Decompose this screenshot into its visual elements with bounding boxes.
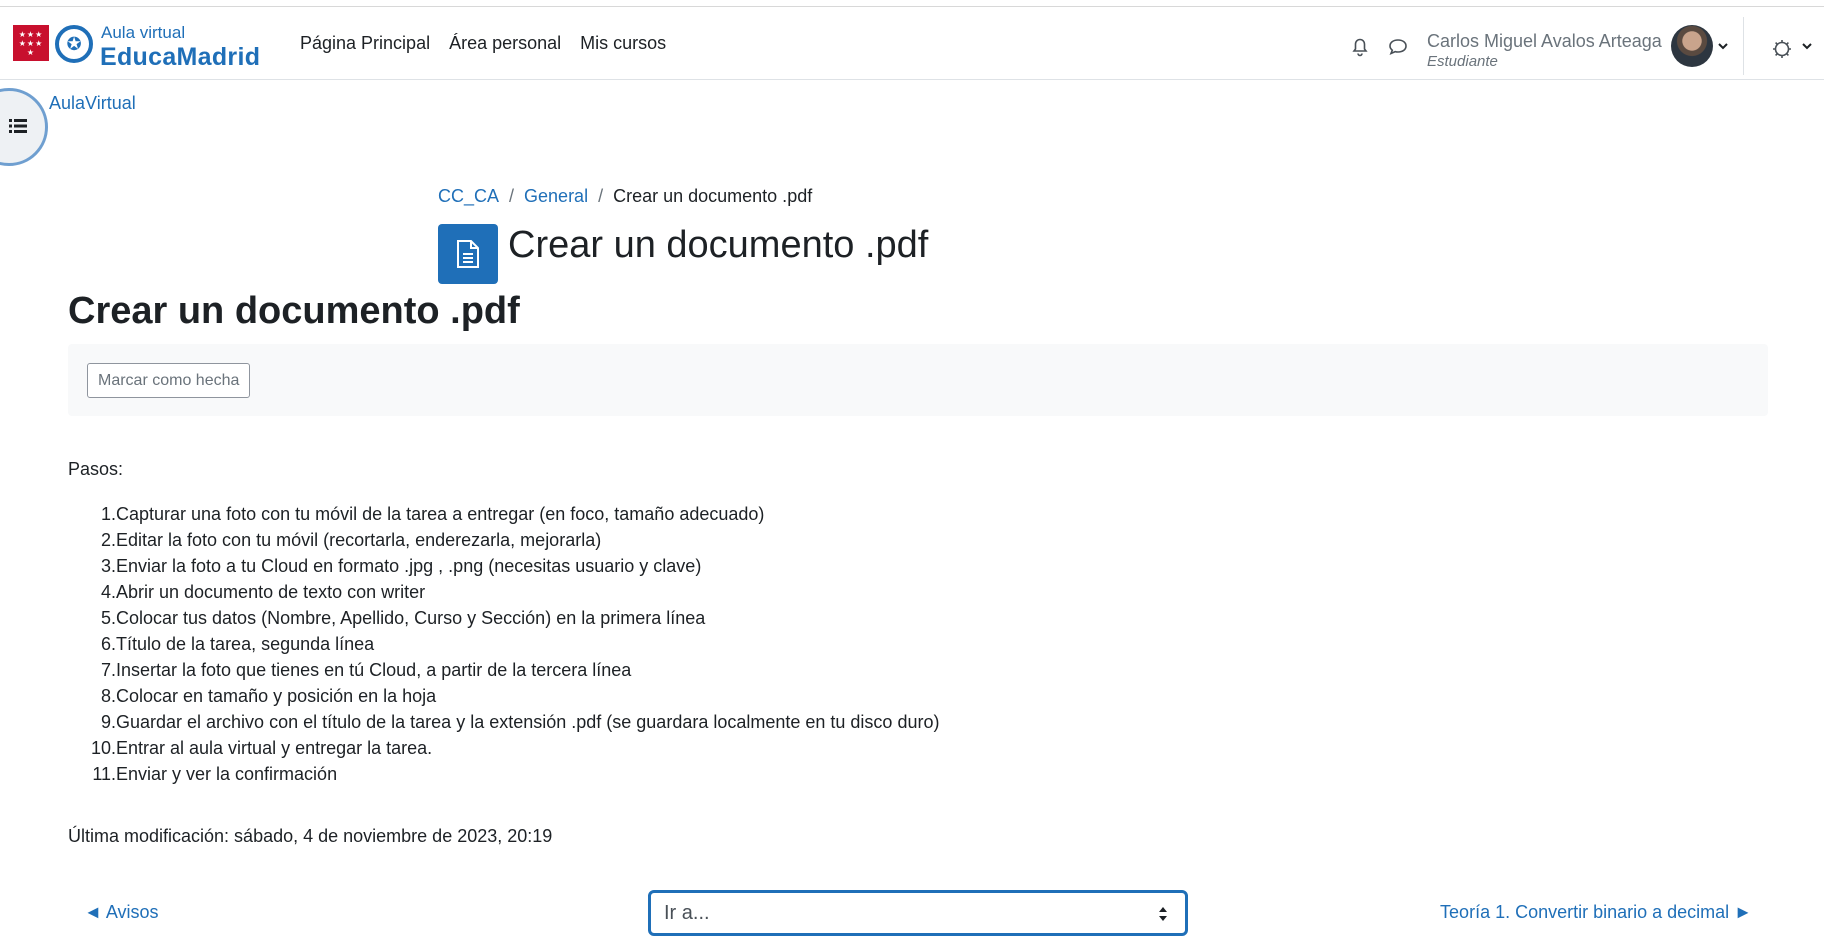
breadcrumb-course[interactable]: CC_CA xyxy=(438,186,499,207)
user-role: Estudiante xyxy=(1427,53,1498,70)
activity-completion-bar: Marcar como hecha xyxy=(68,344,1768,416)
step-text: Enviar y ver la confirmación xyxy=(116,764,338,784)
select-arrows-icon xyxy=(1159,907,1167,921)
breadcrumb-separator: / xyxy=(509,186,515,206)
step-text: Entrar al aula virtual y entregar la tar… xyxy=(116,738,433,758)
step-number: 9. xyxy=(100,712,116,732)
step-text: Enviar la foto a tu Cloud en formato .jp… xyxy=(116,556,702,576)
list-item: 4. Abrir un documento de texto con writer xyxy=(68,580,939,606)
top-navbar: ★★★ ★★★ ★ ✪ Aula virtual EducaMadrid Págin… xyxy=(0,6,1824,80)
user-avatar[interactable] xyxy=(1671,25,1713,67)
list-item: 10. Entrar al aula virtual y entregar la … xyxy=(68,736,939,762)
page-activity-icon xyxy=(438,224,498,284)
breadcrumb-section[interactable]: General xyxy=(524,186,588,207)
step-number: 11. xyxy=(92,764,116,784)
list-item: 9. Guardar el archivo con el título de la… xyxy=(68,710,939,736)
list-item: 7. Insertar la foto que tienes en tú Clou… xyxy=(68,658,939,684)
list-item: 11. Enviar y ver la confirmación xyxy=(68,762,939,788)
list-item: 6. Título de la tarea, segunda línea xyxy=(68,632,939,658)
nav-home[interactable]: Página Principal xyxy=(300,33,430,54)
step-text: Colocar tus datos (Nombre, Apellido, Cur… xyxy=(116,608,706,628)
step-number: 10. xyxy=(90,738,116,758)
user-full-name[interactable]: Carlos Miguel Avalos Arteaga xyxy=(1427,31,1662,52)
step-text: Colocar en tamaño y posición en la hoja xyxy=(116,686,437,706)
step-text: Abrir un documento de texto con writer xyxy=(116,582,426,602)
step-number: 8. xyxy=(100,686,116,706)
step-number: 7. xyxy=(100,660,116,680)
steps-intro: Pasos: xyxy=(68,459,124,479)
step-number: 2. xyxy=(100,530,116,550)
step-number: 1. xyxy=(100,504,116,524)
step-number: 6. xyxy=(100,634,116,654)
last-modified-date: Última modificación: sábado, 4 de noviem… xyxy=(68,826,553,846)
jump-to-activity-select[interactable]: Ir a... xyxy=(648,890,1188,936)
nav-dashboard[interactable]: Área personal xyxy=(449,33,561,54)
mark-as-done-button[interactable]: Marcar como hecha xyxy=(87,363,251,398)
steps-list: 1. Capturar una foto con tu móvil de la t… xyxy=(68,502,940,788)
comunidad-madrid-flag-icon: ★★★ ★★★ ★ xyxy=(13,25,49,61)
notifications-bell-icon[interactable] xyxy=(1348,34,1372,58)
messages-chat-icon[interactable] xyxy=(1386,35,1410,59)
breadcrumb-separator: / xyxy=(598,186,604,206)
breadcrumb: CC_CA / General / Crear un documento .pd… xyxy=(438,186,812,207)
jump-select-value: Ir a... xyxy=(664,901,710,924)
list-item: 1. Capturar una foto con tu móvil de la t… xyxy=(68,502,939,528)
step-text: Guardar el archivo con el título de la t… xyxy=(116,712,940,732)
list-item: 8. Colocar en tamaño y posición en la hoj… xyxy=(68,684,939,710)
educamadrid-logo-icon[interactable]: ✪ xyxy=(55,25,93,63)
activity-title: Crear un documento .pdf xyxy=(68,290,520,332)
list-item: 3. Enviar la foto a tu Cloud en formato .… xyxy=(68,554,939,580)
next-activity-link[interactable]: Teoría 1. Convertir binario a decimal ► xyxy=(1440,902,1752,923)
logo-title[interactable]: EducaMadrid xyxy=(100,43,260,72)
previous-activity-link[interactable]: ◄ Avisos xyxy=(84,902,159,923)
site-home-link[interactable]: AulaVirtual xyxy=(49,93,136,114)
user-menu-chevron-down-icon[interactable] xyxy=(1716,39,1730,53)
step-text: Capturar una foto con tu móvil de la tar… xyxy=(116,504,765,524)
breadcrumb-current: Crear un documento .pdf xyxy=(613,186,813,206)
primary-nav: Página Principal Área personal Mis curso… xyxy=(300,33,666,54)
step-number: 5. xyxy=(100,608,116,628)
list-icon[interactable] xyxy=(8,116,28,136)
step-number: 4. xyxy=(100,582,116,602)
list-item: 2. Editar la foto con tu móvil (recortarl… xyxy=(68,528,939,554)
settings-gear-icon[interactable] xyxy=(1770,37,1794,61)
logo-subtitle[interactable]: Aula virtual xyxy=(101,23,185,43)
settings-chevron-down-icon[interactable] xyxy=(1800,39,1814,53)
step-text: Editar la foto con tu móvil (recortarla,… xyxy=(116,530,602,550)
step-text: Título de la tarea, segunda línea xyxy=(116,634,375,654)
navbar-divider xyxy=(1743,17,1744,75)
page-header-title: Crear un documento .pdf xyxy=(508,224,929,266)
list-item: 5. Colocar tus datos (Nombre, Apellido, C… xyxy=(68,606,939,632)
nav-my-courses[interactable]: Mis cursos xyxy=(580,33,666,54)
step-number: 3. xyxy=(100,556,116,576)
step-text: Insertar la foto que tienes en tú Cloud,… xyxy=(116,660,632,680)
